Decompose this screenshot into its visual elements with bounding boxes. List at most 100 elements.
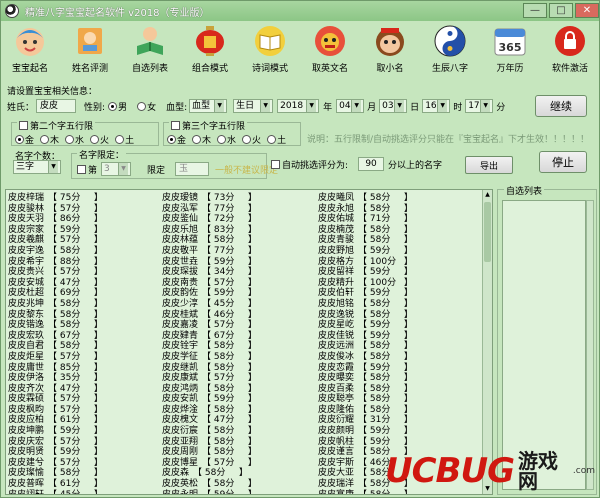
result-row[interactable]: 皮皮肄青【 67分 】 <box>162 331 302 342</box>
result-row[interactable]: 皮皮桂斌【 46分 】 <box>162 310 302 321</box>
result-row[interactable]: 皮皮伯轩【 59分 】 <box>318 288 458 299</box>
result-row[interactable]: 皮皮颜明【 59分 】 <box>318 426 458 437</box>
result-row[interactable]: 皮皮野旭【 59分 】 <box>318 246 458 257</box>
element-radio[interactable] <box>40 135 50 144</box>
result-row[interactable]: 皮皮烨淦【 58分 】 <box>162 405 302 416</box>
element-radio[interactable] <box>65 135 75 144</box>
result-row[interactable]: 皮皮坤鹏【 59分 】 <box>8 426 148 437</box>
result-row[interactable]: 皮皮韵佐【 59分 】 <box>162 288 302 299</box>
result-row[interactable]: 皮皮鸿炳【 58分 】 <box>162 384 302 395</box>
stop-button[interactable]: 停止 <box>539 151 587 173</box>
result-row[interactable]: 皮皮黎东【 58分 】 <box>8 310 148 321</box>
auto-pick-score-input[interactable]: 90 <box>358 157 385 171</box>
result-row[interactable]: 皮皮梓瑞【 75分 】 <box>8 193 148 204</box>
result-row[interactable]: 皮皮永明【 59分 】 <box>162 490 302 494</box>
toolbar-activate[interactable]: 软件激活 <box>541 21 599 79</box>
result-row[interactable]: 皮皮周刚【 58分 】 <box>162 447 302 458</box>
result-row[interactable]: 皮皮旭铭【 58分 】 <box>318 299 458 310</box>
result-row[interactable]: 皮皮铨宇【 58分 】 <box>162 341 302 352</box>
result-row[interactable]: 皮皮希宇【 88分 】 <box>8 257 148 268</box>
gender-male-option[interactable]: 男 <box>108 100 127 113</box>
result-row[interactable]: 皮皮枫昀【 57分 】 <box>8 405 148 416</box>
result-row[interactable]: 皮皮锴逸【 58分 】 <box>8 320 148 331</box>
result-row[interactable]: 皮皮逸锐【 58分 】 <box>318 310 458 321</box>
result-row[interactable]: 皮皮永旭【 58分 】 <box>318 204 458 215</box>
minute-select[interactable]: 17 ▼ <box>465 99 494 113</box>
result-row[interactable]: 皮皮林蕴【 58分 】 <box>162 235 302 246</box>
result-row[interactable]: 皮皮应柏【 61分 】 <box>8 415 148 426</box>
result-row[interactable]: 皮皮少淳【 45分 】 <box>162 299 302 310</box>
result-row[interactable]: 皮皮亚翔【 58分 】 <box>162 437 302 448</box>
female-radio[interactable] <box>137 101 147 111</box>
result-row[interactable]: 皮皮槐文【 47分 】 <box>162 415 302 426</box>
result-row[interactable]: 皮皮鉴仙【 72分 】 <box>162 214 302 225</box>
result-row[interactable]: 皮皮瑷镜【 73分 】 <box>162 193 302 204</box>
toolbar-poetry-mode[interactable]: 诗词模式 <box>241 21 299 79</box>
scroll-up-arrow-icon[interactable]: ▲ <box>483 190 492 200</box>
result-row[interactable]: 皮皮博星【 57分 】 <box>162 458 302 469</box>
auto-pick-checkbox[interactable] <box>271 159 280 169</box>
result-row[interactable]: 皮皮骏林【 57分 】 <box>8 204 148 215</box>
element-option[interactable]: 金 <box>167 133 186 146</box>
result-row[interactable]: 皮皮英松【 58分 】 <box>162 479 302 490</box>
toolbar-calendar[interactable]: 365 万年历 <box>481 21 539 79</box>
result-row[interactable]: 皮皮杜超【 69分 】 <box>8 288 148 299</box>
result-row[interactable]: 皮皮泓军【 77分 】 <box>162 204 302 215</box>
result-row[interactable]: 皮皮庆宏【 57分 】 <box>8 437 148 448</box>
day-select[interactable]: 03 ▼ <box>379 99 408 113</box>
male-radio[interactable] <box>108 101 118 111</box>
toolbar-bazi[interactable]: 生辰八字 <box>421 21 479 79</box>
result-row[interactable]: 皮皮曦凤【 58分 】 <box>318 193 458 204</box>
third-char-checkbox[interactable] <box>171 121 180 130</box>
result-row[interactable]: 皮皮聪亭【 58分 】 <box>318 394 458 405</box>
element-option[interactable]: 火 <box>242 133 261 146</box>
result-row[interactable]: 皮皮衍耀【 31分 】 <box>318 415 458 426</box>
month-select[interactable]: 04 ▼ <box>336 99 365 113</box>
result-row[interactable]: 皮皮宇逸【 58分 】 <box>8 246 148 257</box>
element-option[interactable]: 金 <box>15 133 34 146</box>
element-radio[interactable] <box>115 135 125 144</box>
result-row[interactable]: 皮皮佑城【 71分 】 <box>318 214 458 225</box>
toolbar-nickname[interactable]: 取小名 <box>361 21 419 79</box>
scroll-thumb[interactable] <box>484 202 491 262</box>
result-row[interactable]: 皮皮贵兴【 57分 】 <box>8 267 148 278</box>
result-row[interactable]: 皮皮明贤【 59分 】 <box>8 447 148 458</box>
result-row[interactable]: 皮皮精升【 100分】 <box>318 278 458 289</box>
element-radio[interactable] <box>242 135 252 144</box>
hour-select[interactable]: 16 ▼ <box>422 99 451 113</box>
export-button[interactable]: 导出 <box>465 156 513 174</box>
name-limit-checkbox[interactable] <box>77 164 86 174</box>
toolbar-combo-mode[interactable]: 组合模式 <box>181 21 239 79</box>
element-radio[interactable] <box>15 135 24 144</box>
toolbar-self-list[interactable]: 自选列表 <box>121 21 179 79</box>
result-row[interactable]: 皮皮琛拔【 34分 】 <box>162 267 302 278</box>
result-row[interactable]: 皮皮继凯【 58分 】 <box>162 363 302 374</box>
minimize-button[interactable]: — <box>523 3 547 18</box>
result-row[interactable]: 皮皮南贵【 57分 】 <box>162 278 302 289</box>
element-option[interactable]: 水 <box>217 133 236 146</box>
result-row[interactable]: 皮皮嘉凌【 57分 】 <box>162 320 302 331</box>
toolbar-baby-naming[interactable]: 宝宝起名 <box>1 21 59 79</box>
result-row[interactable]: 皮皮伊洛【 35分 】 <box>8 373 148 384</box>
result-row[interactable]: 皮皮齐次【 47分 】 <box>8 384 148 395</box>
result-row[interactable]: 皮皮天羽【 86分 】 <box>8 214 148 225</box>
result-row[interactable]: 皮皮远洲【 58分 】 <box>318 341 458 352</box>
result-row[interactable]: 皮皮康斌【 57分 】 <box>162 373 302 384</box>
surname-input[interactable]: 皮皮 <box>36 99 77 113</box>
element-radio[interactable] <box>90 135 100 144</box>
result-row[interactable]: 皮皮安城【 47分 】 <box>8 278 148 289</box>
result-row[interactable]: 皮皮兆坤【 58分 】 <box>8 299 148 310</box>
element-radio[interactable] <box>192 135 202 144</box>
continue-button[interactable]: 继续 <box>535 95 587 117</box>
result-row[interactable]: 皮皮衍宸【 58分 】 <box>162 426 302 437</box>
limit-position-select[interactable]: 3 ▼ <box>101 162 132 176</box>
result-row[interactable]: 皮皮自君【 58分 】 <box>8 341 148 352</box>
maximize-button[interactable]: □ <box>549 3 573 18</box>
toolbar-name-evaluation[interactable]: 姓名评测 <box>61 21 119 79</box>
element-radio[interactable] <box>217 135 227 144</box>
element-radio[interactable] <box>167 135 176 144</box>
result-row[interactable]: 皮皮璨愉【 58分 】 <box>8 468 148 479</box>
result-row[interactable]: 皮皮森【 58分 】 <box>162 468 302 479</box>
result-row[interactable]: 皮皮敬平【 77分 】 <box>162 246 302 257</box>
result-row[interactable]: 皮皮建兮【 57分 】 <box>8 458 148 469</box>
